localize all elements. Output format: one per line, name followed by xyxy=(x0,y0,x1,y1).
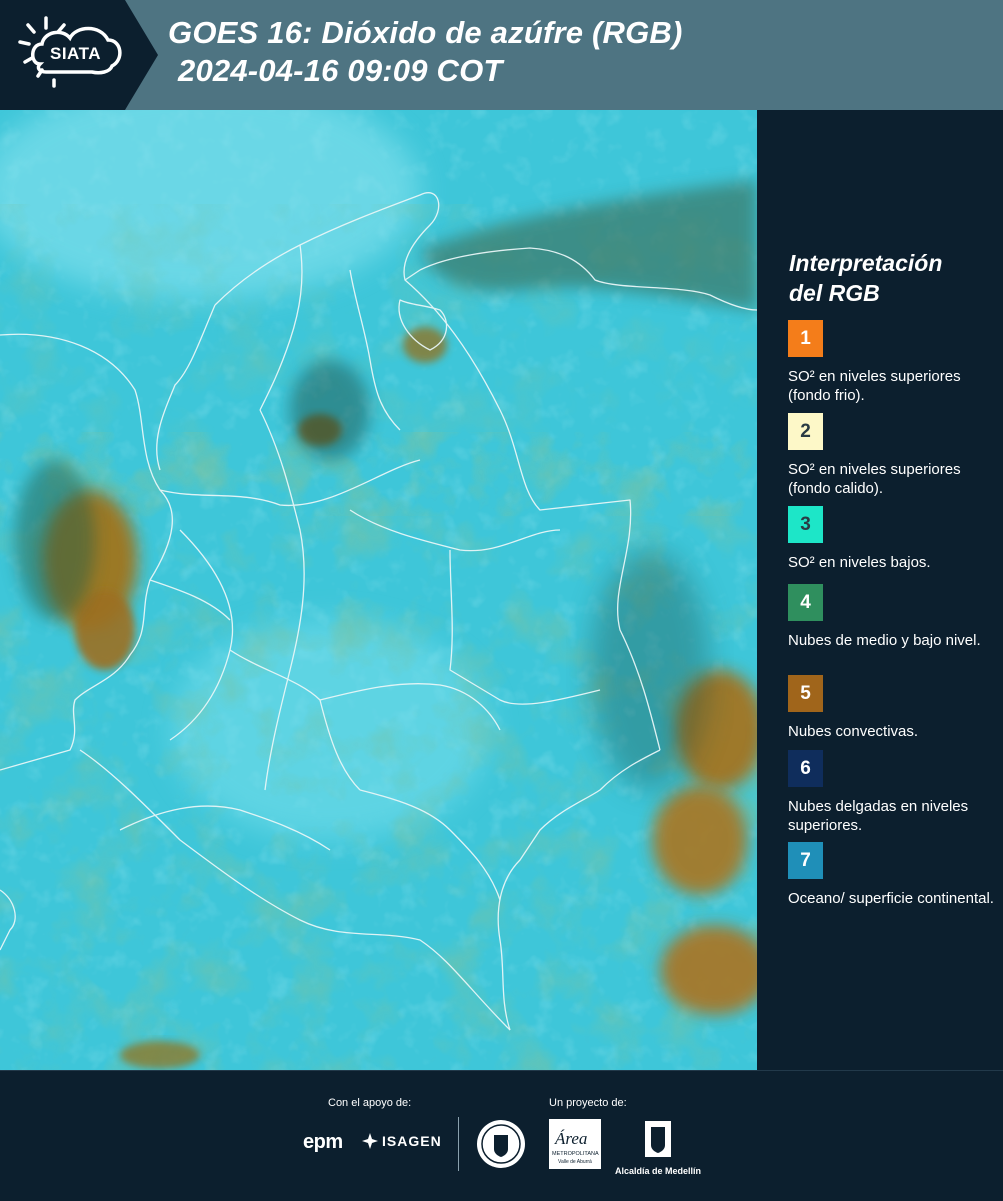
alcaldia-logo-text: Alcaldía de Medellín xyxy=(614,1166,702,1176)
project-caption: Un proyecto de: xyxy=(549,1097,627,1109)
legend-title-line1: Interpretación xyxy=(789,250,943,276)
amva-logo: Área METROPOLITANA Valle de Aburrá xyxy=(549,1119,601,1174)
legend-panel: Interpretación del RGB 1 SO² en niveles s… xyxy=(757,110,1003,1070)
amva-logo-text: Área xyxy=(555,1129,588,1148)
siata-logo: SIATA xyxy=(16,14,128,94)
legend-swatch: 2 xyxy=(788,413,823,450)
legend-label: SO² en niveles superiores (fondo calido)… xyxy=(788,461,961,497)
legend-item: 7 Oceano/ superficie continental. xyxy=(788,842,998,908)
legend-label: Nubes convectivas. xyxy=(788,723,919,740)
legend-label: SO² en niveles bajos. xyxy=(788,554,931,571)
legend-item: 3 SO² en niveles bajos. xyxy=(788,506,998,572)
alcaldia-logo: Alcaldía de Medellín xyxy=(612,1119,704,1176)
legend-swatch: 6 xyxy=(788,750,823,787)
map-image xyxy=(0,110,757,1070)
support-caption: Con el apoyo de: xyxy=(328,1097,412,1109)
legend-item: 4 Nubes de medio y bajo nivel. xyxy=(788,584,998,650)
page-title: GOES 16: Dióxido de azúfre (RGB) 2024-04… xyxy=(168,14,683,90)
legend-item: 6 Nubes delgadas en niveles superiores. xyxy=(788,750,998,835)
header: SIATA GOES 16: Dióxido de azúfre (RGB) 2… xyxy=(0,0,1003,110)
legend-label: Nubes de medio y bajo nivel. xyxy=(788,632,981,649)
legend-swatch: 4 xyxy=(788,584,823,621)
legend-title-line2: del RGB xyxy=(789,280,880,306)
isagen-logo: ISAGEN xyxy=(362,1133,442,1149)
legend-swatch: 7 xyxy=(788,842,823,879)
legend-swatch: 3 xyxy=(788,506,823,543)
isagen-logo-text: ISAGEN xyxy=(382,1133,442,1149)
legend-swatch: 5 xyxy=(788,675,823,712)
alcaldia-crest-icon xyxy=(645,1121,671,1157)
legend-swatch: 1 xyxy=(788,320,823,357)
legend-label: Oceano/ superficie continental. xyxy=(788,890,994,907)
title-timestamp: 2024-04-16 09:09 COT xyxy=(178,53,503,88)
siata-logo-text: SIATA xyxy=(50,44,101,63)
epm-logo: epm xyxy=(303,1131,343,1153)
footer-divider xyxy=(458,1117,459,1171)
legend-title: Interpretación del RGB xyxy=(789,248,942,308)
satellite-map xyxy=(0,110,757,1070)
medellin-seal-icon xyxy=(477,1120,525,1168)
legend-item: 5 Nubes convectivas. xyxy=(788,675,998,741)
legend-label: SO² en niveles superiores (fondo frio). xyxy=(788,368,961,404)
footer: Con el apoyo de: Un proyecto de: epm ISA… xyxy=(0,1070,1003,1201)
legend-item: 2 SO² en niveles superiores (fondo calido… xyxy=(788,413,998,498)
amva-logo-sub1: METROPOLITANA xyxy=(552,1151,599,1157)
legend-label: Nubes delgadas en niveles superiores. xyxy=(788,798,969,834)
isagen-star-icon xyxy=(362,1133,378,1149)
amva-logo-sub2: Valle de Aburrá xyxy=(558,1159,592,1165)
legend-item: 1 SO² en niveles superiores (fondo frio). xyxy=(788,320,998,405)
title-product: GOES 16: Dióxido de azúfre (RGB) xyxy=(168,15,683,50)
